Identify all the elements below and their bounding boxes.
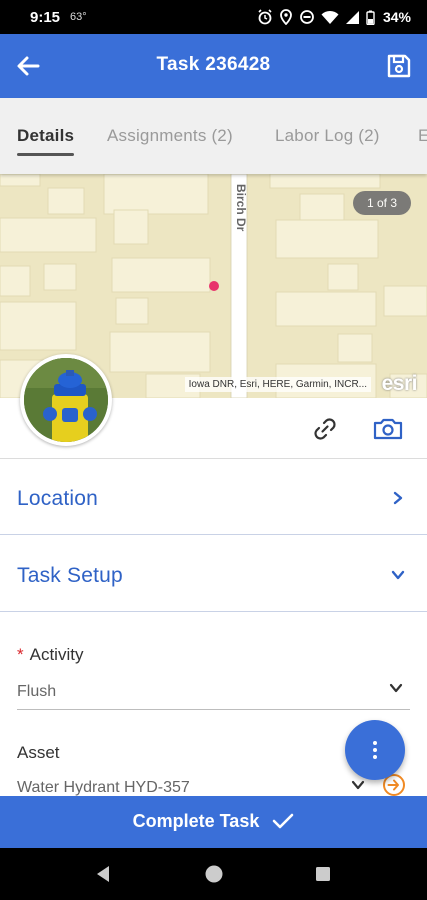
signal-icon	[345, 10, 359, 24]
tab-bar: Details Assignments (2) Labor Log (2) E	[0, 98, 427, 174]
activity-underline	[17, 709, 410, 710]
recents-nav-icon[interactable]	[315, 866, 331, 882]
screen: 9:15 63° 34% Task 236428 Details Assignm…	[0, 0, 427, 900]
section-divider	[0, 610, 427, 612]
activity-select[interactable]: Flush	[17, 683, 56, 701]
complete-task-label: Complete Task	[0, 811, 427, 832]
tab-assignments[interactable]: Assignments (2)	[107, 126, 233, 146]
system-nav-bar	[0, 848, 427, 900]
asset-photo[interactable]	[20, 354, 112, 446]
street-label: Birch Dr	[234, 184, 248, 232]
activity-label-text: Activity	[29, 645, 84, 664]
section-divider	[0, 533, 427, 535]
camera-icon[interactable]	[372, 414, 404, 444]
app-bar: Task 236428	[0, 34, 427, 98]
esri-logo: esri	[381, 372, 418, 395]
map-marker[interactable]	[209, 281, 219, 291]
battery-icon	[366, 10, 375, 25]
page-title: Task 236428	[156, 54, 271, 75]
chevron-down-icon[interactable]	[351, 778, 365, 792]
alarm-icon	[258, 9, 272, 25]
battery-percent: 34%	[382, 9, 411, 25]
dnd-icon	[300, 10, 314, 24]
section-location-label: Location	[17, 487, 98, 510]
section-location[interactable]: Location	[0, 459, 427, 535]
chevron-down-icon[interactable]	[389, 681, 403, 695]
section-task-setup[interactable]: Task Setup	[0, 536, 427, 612]
link-icon[interactable]	[310, 414, 340, 444]
home-nav-icon[interactable]	[204, 864, 224, 884]
map-attribution: Iowa DNR, Esri, HERE, Garmin, INCR...	[184, 377, 371, 392]
chevron-right-icon	[393, 491, 403, 505]
section-task-setup-label: Task Setup	[17, 564, 123, 587]
tab-labor-log[interactable]: Labor Log (2)	[275, 126, 380, 146]
asset-label: Asset	[17, 743, 60, 762]
activity-label: * Activity	[17, 645, 83, 665]
wifi-icon	[321, 10, 339, 24]
status-time: 9:15	[30, 8, 61, 26]
dot	[373, 741, 377, 745]
asset-select[interactable]: Water Hydrant HYD-357	[17, 779, 190, 797]
complete-task-button[interactable]: Complete Task	[0, 796, 427, 848]
status-bar: 9:15 63° 34%	[0, 0, 427, 34]
checkmark-icon	[273, 813, 294, 829]
save-icon[interactable]	[385, 52, 413, 80]
required-marker: *	[17, 645, 24, 664]
tab-details[interactable]: Details	[17, 126, 75, 156]
dot	[373, 748, 377, 752]
back-nav-icon[interactable]	[95, 865, 111, 883]
status-temperature: 63°	[70, 11, 87, 23]
tab-overflow[interactable]: E	[418, 126, 427, 146]
complete-task-text: Complete Task	[132, 811, 260, 831]
location-icon	[280, 9, 292, 25]
map-pager: 1 of 3	[352, 191, 411, 215]
dot	[373, 755, 377, 759]
status-icons: 34%	[257, 9, 411, 25]
chevron-down-icon	[391, 570, 405, 580]
more-actions-button[interactable]	[345, 720, 405, 780]
